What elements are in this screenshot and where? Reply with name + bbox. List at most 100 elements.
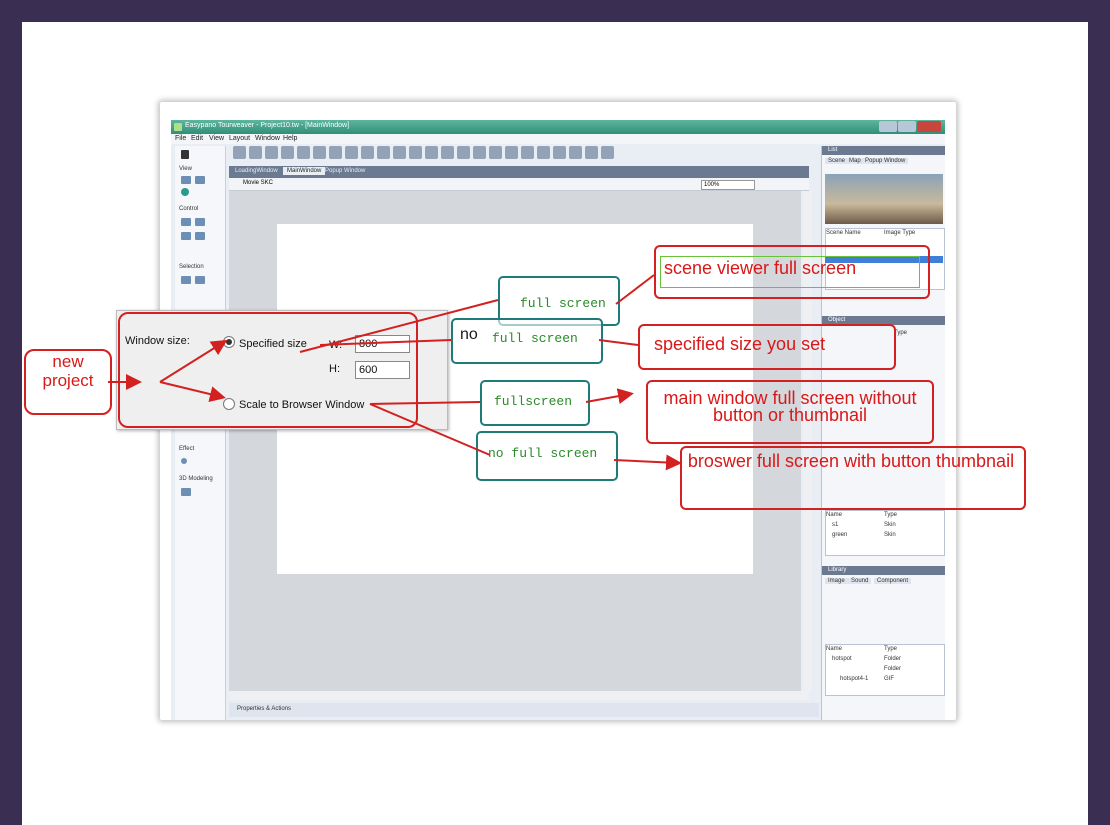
- right-frame-bar: [1088, 0, 1110, 825]
- col-library-type: Type: [884, 646, 898, 652]
- col-skin-name: Name: [826, 512, 843, 518]
- full-screen-text: full screen: [520, 296, 606, 311]
- selection-icon-2[interactable]: [195, 276, 205, 284]
- save-icon[interactable]: [265, 146, 278, 159]
- toolbox-section-effect: Effect: [179, 446, 195, 452]
- properties-bar[interactable]: Properties & Actions: [229, 703, 819, 717]
- paste-icon[interactable]: [313, 146, 326, 159]
- menu-view[interactable]: View: [209, 135, 224, 142]
- tab-loading-window[interactable]: LoadingWindow: [235, 168, 278, 174]
- library-row-name[interactable]: hotspot4-1: [840, 676, 868, 682]
- library-row-type: GIF: [884, 676, 894, 682]
- new-icon[interactable]: [233, 146, 246, 159]
- control-icon-2[interactable]: [195, 218, 205, 226]
- left-frame-bar: [0, 0, 22, 825]
- undo-icon[interactable]: [345, 146, 358, 159]
- toolbox-panel: View Control Selection Effect 3D Modelin…: [175, 146, 226, 720]
- skin-row-type: Skin: [884, 522, 896, 528]
- tab-popup-window[interactable]: Popup Window: [325, 168, 365, 174]
- list-header: List: [822, 146, 945, 155]
- object-header-label: Object: [828, 317, 846, 323]
- app-icon: [174, 123, 182, 131]
- new-project-text: new project: [42, 352, 94, 390]
- col-library-name: Name: [826, 646, 843, 652]
- control-icon-4[interactable]: [195, 232, 205, 240]
- menu-file[interactable]: File: [175, 135, 186, 142]
- skin-row-name[interactable]: green: [832, 532, 847, 538]
- publish-icon[interactable]: [329, 146, 342, 159]
- same-width-icon[interactable]: [553, 146, 566, 159]
- toolbox-section-selection: Selection: [179, 264, 204, 270]
- canvas-label: Movie SKC: [243, 180, 274, 186]
- browser-full-text: broswer full screen with button thumbnai…: [687, 451, 1015, 471]
- tab-scene[interactable]: Scene: [825, 158, 849, 164]
- align-bottom-icon[interactable]: [505, 146, 518, 159]
- dialog-highlight-box: [118, 312, 418, 428]
- no-full-screen-text-2: no full screen: [488, 446, 598, 461]
- effect-icon[interactable]: [181, 458, 187, 464]
- 3d-modeling-icon[interactable]: [181, 488, 191, 496]
- scene-thumbnail: [825, 174, 943, 224]
- same-size-icon[interactable]: [585, 146, 598, 159]
- tab-component[interactable]: Component: [874, 578, 912, 584]
- preview-icon[interactable]: [377, 146, 390, 159]
- hotspot-icon[interactable]: [181, 188, 189, 196]
- col-skin-type: Type: [884, 512, 898, 518]
- menu-bar: File Edit View Layout Window Help: [171, 134, 945, 144]
- menu-layout[interactable]: Layout: [229, 135, 250, 142]
- tab-sound[interactable]: Sound: [848, 578, 872, 584]
- same-height-icon[interactable]: [569, 146, 582, 159]
- distribute-h-icon[interactable]: [521, 146, 534, 159]
- horizontal-scrollbar[interactable]: [229, 691, 809, 700]
- fullscreen-text: fullscreen: [494, 394, 573, 409]
- no-full-screen-text-1: full screen: [492, 331, 578, 346]
- close-button[interactable]: [917, 121, 941, 132]
- maximize-button[interactable]: [898, 121, 916, 132]
- main-window-callout: main window full screen without button o…: [646, 380, 934, 444]
- library-row-type: Folder: [884, 656, 902, 662]
- view-icon[interactable]: [181, 176, 191, 184]
- top-frame-bar: [0, 0, 1110, 22]
- cut-icon[interactable]: [281, 146, 294, 159]
- tab-main-window[interactable]: MainWindow: [283, 167, 326, 175]
- library-header: Library: [822, 566, 945, 575]
- tab-image[interactable]: Image: [825, 578, 848, 584]
- view-icon-2[interactable]: [195, 176, 205, 184]
- menu-help[interactable]: Help: [283, 135, 297, 142]
- align-middle-icon[interactable]: [489, 146, 502, 159]
- window-controls: [878, 121, 941, 132]
- toolbox-section-3d-modeling: 3D Modeling: [179, 476, 213, 482]
- zoom-select[interactable]: 100%: [701, 180, 755, 190]
- align-center-icon[interactable]: [441, 146, 454, 159]
- align-right-icon[interactable]: [457, 146, 470, 159]
- scene-viewer-text: scene viewer full screen: [664, 258, 857, 278]
- align-left-icon[interactable]: [425, 146, 438, 159]
- control-icon-3[interactable]: [181, 232, 191, 240]
- skin-row-name[interactable]: s1: [832, 522, 838, 528]
- main-toolbar: [233, 146, 813, 162]
- distribute-v-icon[interactable]: [537, 146, 550, 159]
- list-header-label: List: [828, 147, 838, 153]
- export-icon[interactable]: [393, 146, 406, 159]
- align-top-icon[interactable]: [473, 146, 486, 159]
- menu-edit[interactable]: Edit: [191, 135, 203, 142]
- toolbox-section-control: Control: [179, 206, 199, 212]
- settings-icon[interactable]: [409, 146, 422, 159]
- tab-popup[interactable]: Popup Window: [862, 158, 909, 164]
- specified-size-text: specified size you set: [654, 334, 826, 354]
- redo-icon[interactable]: [361, 146, 374, 159]
- toolbox-section-view: View: [179, 166, 192, 172]
- col-image-type: Image Type: [884, 230, 916, 236]
- pointer-icon[interactable]: [181, 150, 189, 159]
- menu-window[interactable]: Window: [255, 135, 280, 142]
- copy-icon[interactable]: [297, 146, 310, 159]
- skin-row-type: Skin: [884, 532, 896, 538]
- selection-icon[interactable]: [181, 276, 191, 284]
- library-row-type: Folder: [884, 666, 902, 672]
- grid-icon[interactable]: [601, 146, 614, 159]
- window-tabs: LoadingWindow MainWindow Popup Window: [229, 166, 809, 178]
- library-row-name[interactable]: hotspot: [832, 656, 852, 662]
- minimize-button[interactable]: [879, 121, 897, 132]
- open-icon[interactable]: [249, 146, 262, 159]
- control-icon[interactable]: [181, 218, 191, 226]
